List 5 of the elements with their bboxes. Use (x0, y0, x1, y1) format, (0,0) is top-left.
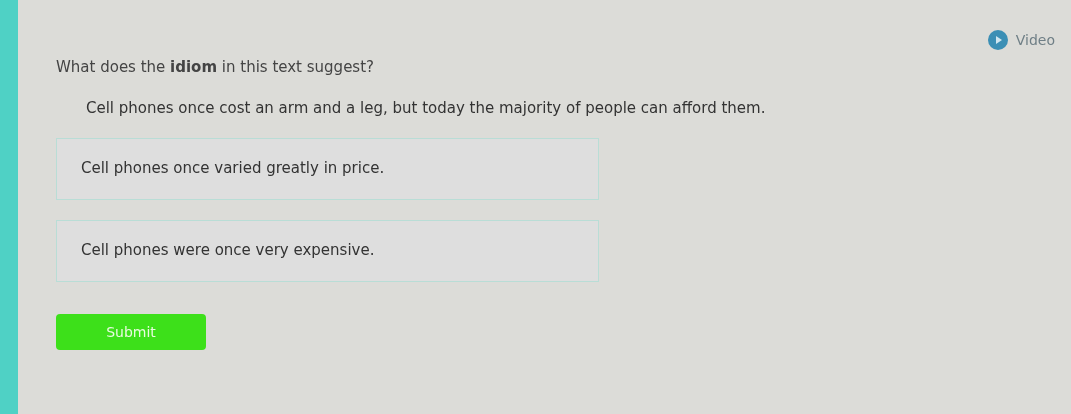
passage-text: Cell phones once cost an arm and a leg, but today the majority of people can afford them. (86, 97, 767, 119)
play-icon (987, 30, 1008, 50)
question-text: What does the idiom in this text suggest? (56, 57, 376, 78)
answer-choice[interactable]: Cell phones were once very expensive. (56, 219, 599, 282)
answer-choice[interactable]: Cell phones once varied greatly in price. (56, 137, 599, 200)
